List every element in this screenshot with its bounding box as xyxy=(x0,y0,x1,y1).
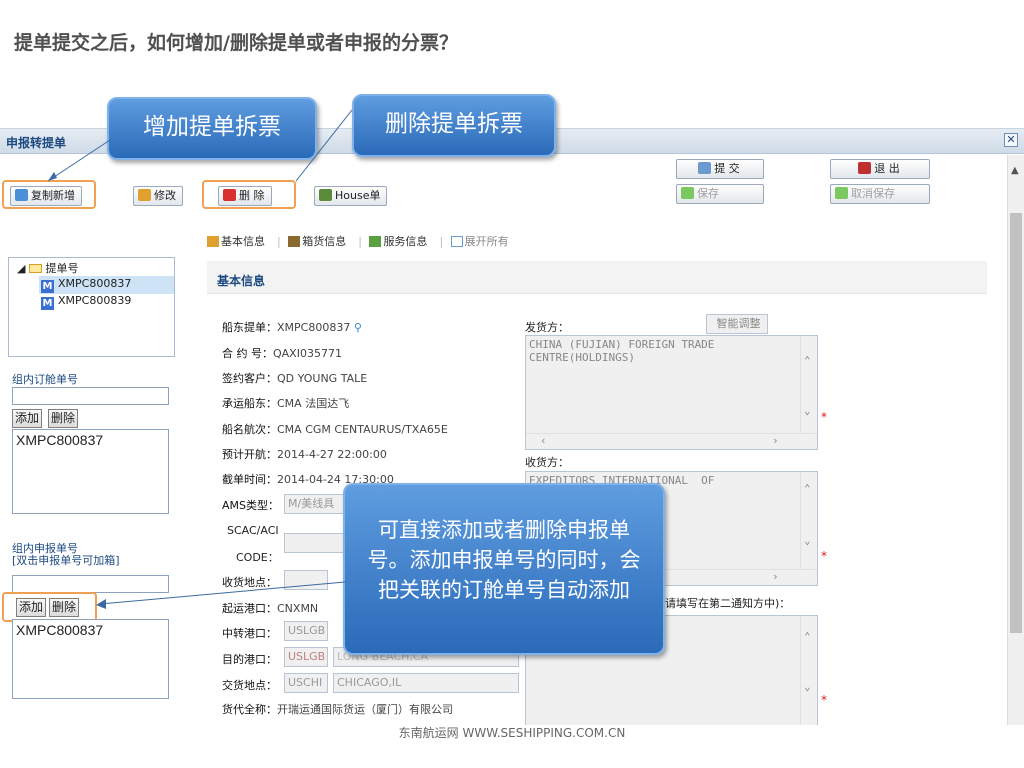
arrow-delete-split xyxy=(295,109,353,182)
arrow-note xyxy=(99,581,346,605)
callout-arrows xyxy=(47,109,353,609)
arrow-add-split xyxy=(47,139,111,182)
footer-text: 东南航运网 WWW.SESHIPPING.COM.CN xyxy=(398,726,626,740)
